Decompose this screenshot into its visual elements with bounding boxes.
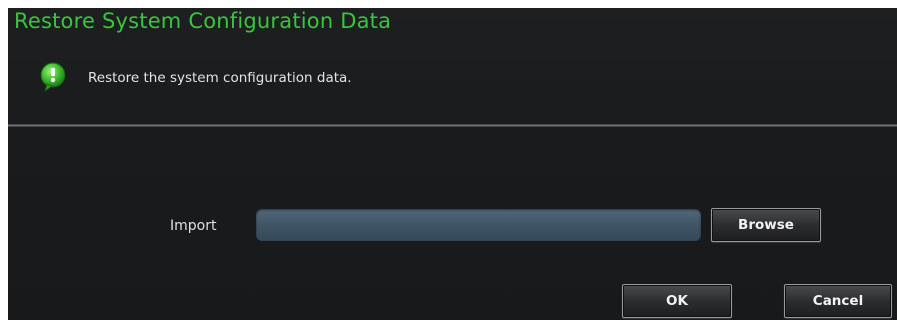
browse-button[interactable]: Browse	[711, 208, 821, 242]
dialog-title: Restore System Configuration Data	[14, 9, 392, 33]
header-divider	[8, 124, 897, 127]
import-label: Import	[170, 218, 217, 234]
info-icon	[38, 62, 68, 92]
ok-button[interactable]: OK	[622, 284, 732, 318]
restore-config-dialog: Restore System Configuration Data Restor…	[8, 8, 897, 320]
import-path-input[interactable]	[256, 209, 701, 241]
dialog-subtitle: Restore the system configuration data.	[88, 70, 352, 86]
cancel-button[interactable]: Cancel	[784, 284, 892, 318]
